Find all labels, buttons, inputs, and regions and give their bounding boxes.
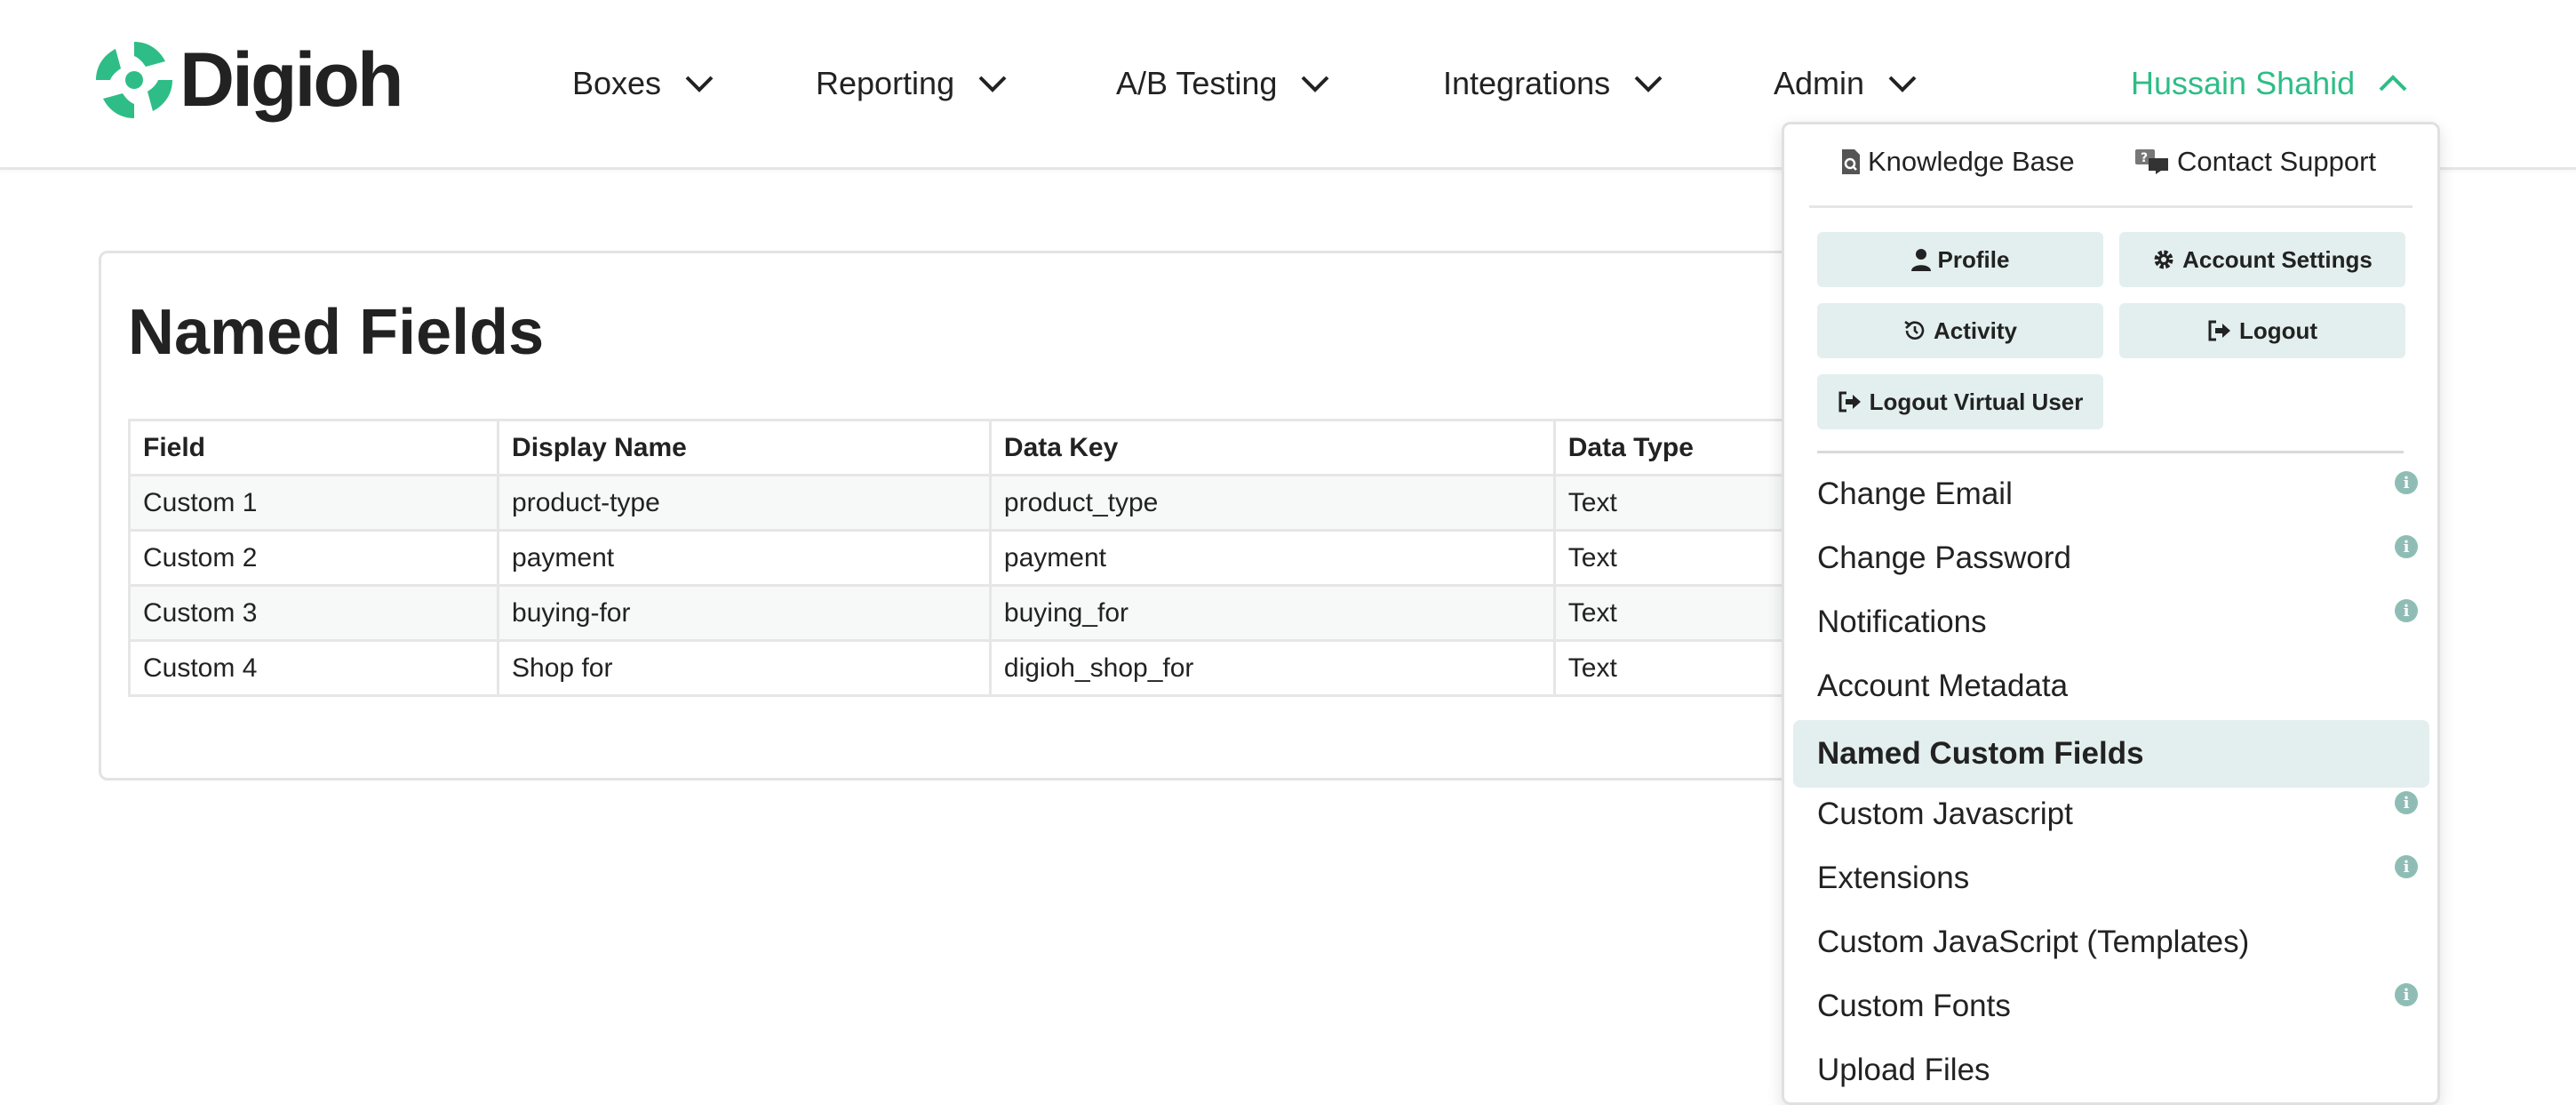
cell-display-name: buying-for: [497, 584, 992, 642]
info-icon[interactable]: i: [2395, 791, 2418, 814]
brand-name: Digioh: [179, 37, 403, 123]
menu-item-label: Custom Fonts: [1817, 989, 2011, 1023]
menu-item-label: Custom Javascript: [1817, 797, 2073, 831]
menu-item-custom-javascript-templates[interactable]: Custom JavaScript (Templates): [1817, 914, 2249, 971]
info-icon[interactable]: i: [2395, 855, 2418, 878]
cell-field: Custom 2: [127, 529, 500, 587]
menu-divider: [1817, 451, 2404, 453]
nav-ab-testing[interactable]: A/B Testing: [1116, 0, 1330, 167]
nav-integrations-label: Integrations: [1443, 65, 1611, 101]
menu-item-label: Notifications: [1817, 605, 1987, 639]
search-document-icon: [1842, 149, 1860, 174]
table-row: Custom 1 product-type product_type Text: [127, 474, 1933, 532]
page-title: Named Fields: [128, 297, 545, 368]
info-icon[interactable]: i: [2395, 983, 2418, 1006]
logout-label: Logout: [2238, 316, 2318, 344]
chevron-down-icon: [1888, 76, 1917, 92]
sign-out-icon: [2208, 320, 2230, 341]
named-fields-table: Field Display Name Data Key Data Type Cu…: [127, 419, 1933, 697]
menu-item-label: Custom JavaScript (Templates): [1817, 925, 2250, 959]
user-dropdown-menu: Knowledge Base ? Contact Support Profile…: [1782, 122, 2440, 1105]
logout-virtual-user-button[interactable]: Logout Virtual User: [1817, 374, 2103, 429]
table-row: Custom 4 Shop for digioh_shop_for Text: [127, 639, 1933, 697]
nav-boxes[interactable]: Boxes: [572, 0, 714, 167]
cell-display-name: product-type: [497, 474, 992, 532]
cell-field: Custom 1: [127, 474, 500, 532]
cell-data-key: buying_for: [988, 584, 1556, 642]
nav-boxes-label: Boxes: [572, 65, 662, 101]
nav-admin-label: Admin: [1774, 65, 1865, 101]
chevron-down-icon: [1634, 76, 1663, 92]
menu-item-change-email[interactable]: Change Email i: [1817, 466, 2418, 523]
table-header-row: Field Display Name Data Key Data Type: [127, 419, 1933, 476]
activity-label: Activity: [1934, 316, 2017, 344]
chevron-up-icon: [2379, 75, 2407, 92]
logout-virtual-user-label: Logout Virtual User: [1869, 388, 2084, 415]
info-icon[interactable]: i: [2395, 535, 2418, 558]
contact-support-label: Contact Support: [2177, 146, 2377, 177]
cell-data-key: payment: [988, 529, 1556, 587]
account-settings-button[interactable]: Account Settings: [2119, 232, 2405, 287]
menu-item-extensions[interactable]: Extensions i: [1817, 850, 2418, 907]
cell-data-key: digioh_shop_for: [988, 639, 1556, 697]
menu-item-label: Named Custom Fields: [1817, 736, 2144, 771]
nav-integrations[interactable]: Integrations: [1443, 0, 1663, 167]
svg-text:?: ?: [2141, 151, 2148, 165]
gear-icon: [2154, 250, 2173, 269]
activity-button[interactable]: Activity: [1817, 303, 2103, 358]
cell-field: Custom 3: [127, 584, 500, 642]
sign-out-icon: [1838, 391, 1861, 412]
info-icon[interactable]: i: [2395, 599, 2418, 622]
table-row: Custom 2 payment payment Text: [127, 529, 1933, 587]
menu-item-label: Account Metadata: [1817, 669, 2069, 703]
cell-display-name: payment: [497, 529, 992, 587]
chat-question-icon: ?: [2135, 149, 2168, 174]
knowledge-base-link[interactable]: Knowledge Base: [1841, 146, 2075, 178]
menu-item-notifications[interactable]: Notifications i: [1817, 594, 2418, 651]
column-header-display-name: Display Name: [497, 419, 992, 476]
menu-item-custom-fonts[interactable]: Custom Fonts i: [1817, 978, 2418, 1035]
column-header-data-key: Data Key: [988, 419, 1556, 476]
menu-item-label: Change Email: [1817, 476, 2013, 511]
knowledge-base-label: Knowledge Base: [1868, 146, 2075, 177]
user-name: Hussain Shahid: [2131, 65, 2356, 101]
info-icon[interactable]: i: [2395, 471, 2418, 494]
digioh-logo[interactable]: Digioh: [94, 36, 403, 124]
menu-item-named-custom-fields[interactable]: Named Custom Fields: [1793, 720, 2429, 788]
digioh-logo-mark-icon: [96, 42, 172, 118]
menu-item-label: Extensions: [1817, 861, 1970, 895]
contact-support-link[interactable]: ? Contact Support: [2134, 146, 2376, 178]
chevron-down-icon: [978, 76, 1007, 92]
logout-button[interactable]: Logout: [2119, 303, 2405, 358]
nav-ab-testing-label: A/B Testing: [1116, 65, 1278, 101]
history-icon: [1904, 320, 1925, 340]
menu-item-label: Upload Files: [1817, 1053, 1990, 1087]
profile-label: Profile: [1937, 245, 2010, 273]
nav-reporting-label: Reporting: [816, 65, 955, 101]
cell-display-name: Shop for: [497, 639, 992, 697]
nav-reporting[interactable]: Reporting: [816, 0, 1008, 167]
user-icon: [1910, 249, 1931, 271]
cell-data-key: product_type: [988, 474, 1556, 532]
help-links: Knowledge Base ? Contact Support: [1809, 124, 2413, 208]
table-row: Custom 3 buying-for buying_for Text: [127, 584, 1933, 642]
cell-field: Custom 4: [127, 639, 500, 697]
named-fields-card: Named Fields Field Display Name Data Key…: [99, 251, 1934, 781]
menu-item-account-metadata[interactable]: Account Metadata: [1817, 658, 2068, 715]
profile-button[interactable]: Profile: [1817, 232, 2103, 287]
menu-item-change-password[interactable]: Change Password i: [1817, 530, 2418, 587]
menu-item-upload-files[interactable]: Upload Files: [1817, 1042, 1990, 1099]
column-header-field: Field: [127, 419, 500, 476]
menu-item-custom-javascript[interactable]: Custom Javascript i: [1817, 786, 2418, 843]
menu-item-label: Change Password: [1817, 540, 2071, 575]
chevron-down-icon: [685, 76, 714, 92]
chevron-down-icon: [1302, 76, 1329, 92]
account-settings-label: Account Settings: [2182, 245, 2373, 273]
